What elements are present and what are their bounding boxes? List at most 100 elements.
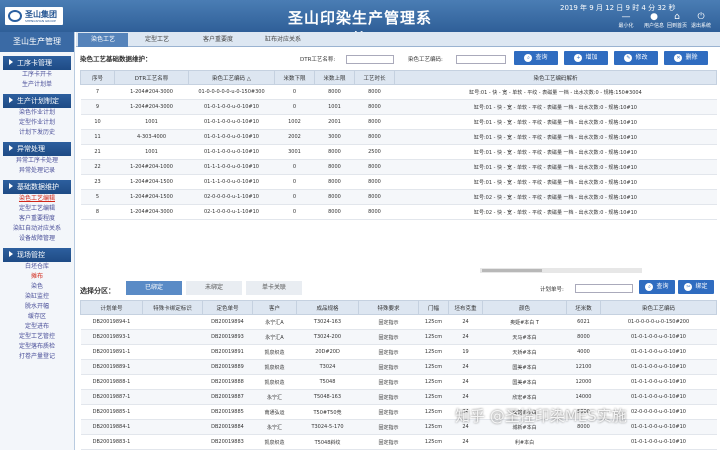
sidebar-item[interactable]: 设备故障管理 [0, 234, 74, 244]
table-cell: T3024-5-170 [296, 419, 359, 435]
column-header[interactable]: 门幅 [418, 300, 449, 315]
table-cell: 125cm [418, 419, 449, 435]
table-cell: DB20019888-1 [80, 374, 143, 390]
table-row[interactable]: DB20019894-1 DB20019894 永宁汇A T3024-163 固定指示 1… [80, 314, 717, 330]
column-header[interactable]: 特殊卡绑定标识 [142, 300, 203, 315]
panel-title: 染色工艺基础数据维护： [80, 55, 152, 63]
table-cell: 2001 [314, 114, 355, 130]
query-button[interactable]: ⌕ 查询 [514, 51, 558, 65]
column-header[interactable]: DTR工艺名称 [114, 70, 189, 85]
sidebar-item[interactable]: 异常处理记录 [0, 166, 74, 176]
tab-setting-process[interactable]: 定型工艺 [132, 33, 182, 47]
dtr-name-input[interactable] [346, 55, 394, 64]
table-row[interactable]: 23 1-204#204-1500 01-1-1-0-0-u-0-10#10 0 800… [80, 174, 717, 190]
edit-button[interactable]: ✎ 修改 [614, 51, 658, 65]
home-button[interactable]: ⌂ 回到首页 [665, 12, 689, 29]
table-cell: 0 [274, 174, 315, 190]
sidebar-item[interactable]: 染缸监控 [0, 292, 74, 302]
sidebar-section-header[interactable]: 生产计划制定 [3, 94, 71, 108]
sidebar-section-header[interactable]: 基础数据维护 [3, 180, 71, 194]
column-header[interactable]: 特殊要求 [358, 300, 419, 315]
tab-dyeing-process[interactable]: 染色工艺 [78, 33, 128, 47]
horizontal-scrollbar[interactable] [480, 268, 642, 273]
sidebar-item[interactable]: 异常工序卡处理 [0, 156, 74, 166]
table-cell: 8 [80, 204, 115, 220]
column-header[interactable]: 成品规格 [296, 300, 359, 315]
sidebar-section-header[interactable]: 现场管控 [3, 248, 71, 262]
sidebar-item[interactable]: 染色 [0, 282, 74, 292]
sidebar-item[interactable]: 工序卡开卡 [0, 70, 74, 80]
table-row[interactable]: 7 1-204#204-3000 01-0-0-0-0-0-u-0-150#300 0… [80, 84, 717, 100]
table-row[interactable]: 10 1001 01-0-1-0-0-u-0-10#10 1002 2001 8000 缸号… [80, 114, 717, 130]
bind-button[interactable]: ✂ 绑定 [678, 280, 714, 294]
table-cell [142, 434, 203, 450]
minimize-button[interactable]: — 最小化 [614, 12, 638, 29]
table-cell: DB20019883 [202, 434, 253, 450]
table-cell: 南通弘运 [252, 404, 297, 420]
logout-button[interactable]: ⏻ 退出系统 [689, 12, 713, 29]
user-info-button[interactable]: ● 用户信息 [642, 12, 666, 29]
table-row[interactable]: DB20019883-1 DB20019883 凯泉织造 T5048斜纹 固定指示 125… [80, 434, 717, 450]
column-header[interactable]: 染色工艺编码 △ [188, 70, 275, 85]
column-header[interactable]: 计划单号 [80, 300, 143, 315]
column-header[interactable]: 序号 [80, 70, 115, 85]
sidebar-item[interactable]: 客户重要程度 [0, 214, 74, 224]
table-cell: 01-0-0-0-0-u-0-150#200 [600, 314, 717, 330]
column-header[interactable]: 米数上限 [314, 70, 355, 85]
table-row[interactable]: 5 1-204#204-1500 02-0-0-0-0-u-1-10#10 0 8000… [80, 189, 717, 205]
sidebar-item[interactable]: 定型工艺管控 [0, 332, 74, 342]
table-row[interactable]: DB20019889-1 DB20019889 凯泉织造 T3024 固定指示 125cm… [80, 359, 717, 375]
table-row[interactable]: 11 4-303-4000 01-0-1-0-0-u-0-10#10 2002 3000… [80, 129, 717, 145]
column-header[interactable]: 染色工艺编码解析 [394, 70, 717, 85]
bind-query-button[interactable]: ⌕ 查询 [639, 280, 675, 294]
delete-button[interactable]: ✕ 删除 [664, 51, 708, 65]
column-header[interactable]: 定色单号 [202, 300, 253, 315]
scrollbar-thumb[interactable] [482, 269, 542, 272]
subtab-bound[interactable]: 已绑定 [126, 281, 182, 295]
process-code-input[interactable] [456, 55, 506, 64]
column-header[interactable]: 客户 [252, 300, 297, 315]
sidebar-item[interactable]: 染色作业计划 [0, 108, 74, 118]
sidebar-item[interactable]: 白坯仓库 [0, 262, 74, 272]
sidebar-item[interactable]: 定型落布质检 [0, 342, 74, 352]
column-header[interactable]: 染色工艺编码 [600, 300, 717, 315]
sidebar-item[interactable]: 定型进布 [0, 322, 74, 332]
table-row[interactable]: 21 1001 01-0-1-0-0-u-0-10#10 3001 8000 2500 缸号… [80, 144, 717, 160]
column-header[interactable]: 坯布克重 [448, 300, 483, 315]
sort-triangle-icon[interactable]: △ [247, 76, 251, 82]
sidebar-item[interactable]: 计划下发历史 [0, 128, 74, 138]
tab-vat-mapping[interactable]: 缸布对应关系 [252, 33, 314, 47]
column-header[interactable]: 工艺时长 [354, 70, 395, 85]
column-header[interactable]: 米数下限 [274, 70, 315, 85]
sidebar-item[interactable]: 定型工艺编辑 [0, 204, 74, 214]
sidebar-section-header[interactable]: 工序卡管理 [3, 56, 71, 70]
add-button[interactable]: + 增加 [564, 51, 608, 65]
table-cell: DB20019888 [202, 374, 253, 390]
column-header[interactable]: 颜色 [482, 300, 567, 315]
subtab-single-card[interactable]: 单卡关联 [246, 281, 302, 295]
sidebar-item[interactable]: 染缸自动对应关系 [0, 224, 74, 234]
table-row[interactable]: DB20019891-1 DB20019891 凯泉织造 20D#20D 固定指示 125… [80, 344, 717, 360]
plan-number-input[interactable] [575, 284, 633, 293]
column-header[interactable]: 坯米数 [566, 300, 601, 315]
sidebar-item[interactable]: 打卷产量登记 [0, 352, 74, 362]
sidebar-section: 工序卡管理 工序卡开卡 生产计划单 [0, 56, 74, 90]
sidebar-item-active[interactable]: 染色工艺编辑 [0, 194, 74, 204]
table-row[interactable]: DB20019888-1 DB20019888 凯泉织造 T5048 固定指示 125cm… [80, 374, 717, 390]
sidebar-item[interactable]: 缓存区 [0, 312, 74, 322]
sidebar-item[interactable]: 脱水开幅 [0, 302, 74, 312]
sidebar-item[interactable]: 摊布 [0, 272, 74, 282]
sidebar-item[interactable]: 生产计划单 [0, 80, 74, 90]
table-row[interactable]: DB20019893-1 DB20019893 永宁汇A T3024-200 固定指示 1… [80, 329, 717, 345]
sidebar-item[interactable]: 定型作业计划 [0, 118, 74, 128]
sidebar-section-header[interactable]: 异常处理 [3, 142, 71, 156]
partition-label: 选择分区： [80, 287, 115, 295]
subtab-unbound[interactable]: 未绑定 [186, 281, 242, 295]
table-row[interactable]: 22 1-204#204-1000 01-1-1-0-0-u-0-10#10 0 800… [80, 159, 717, 175]
table-row[interactable]: 8 1-204#204-3000 02-1-0-0-0-u-1-10#10 0 8000… [80, 204, 717, 220]
table-row[interactable]: 9 1-204#204-3000 01-0-1-0-0-u-0-10#10 0 1001… [80, 99, 717, 115]
table-row[interactable]: DB20019887-1 DB20019887 永宁汇 T5048-163 固定指示 12… [80, 389, 717, 405]
table-cell: 固定指示 [358, 389, 419, 405]
tab-customer-importance[interactable]: 客户重要度 [188, 33, 248, 47]
search-icon: ⌕ [524, 53, 533, 62]
